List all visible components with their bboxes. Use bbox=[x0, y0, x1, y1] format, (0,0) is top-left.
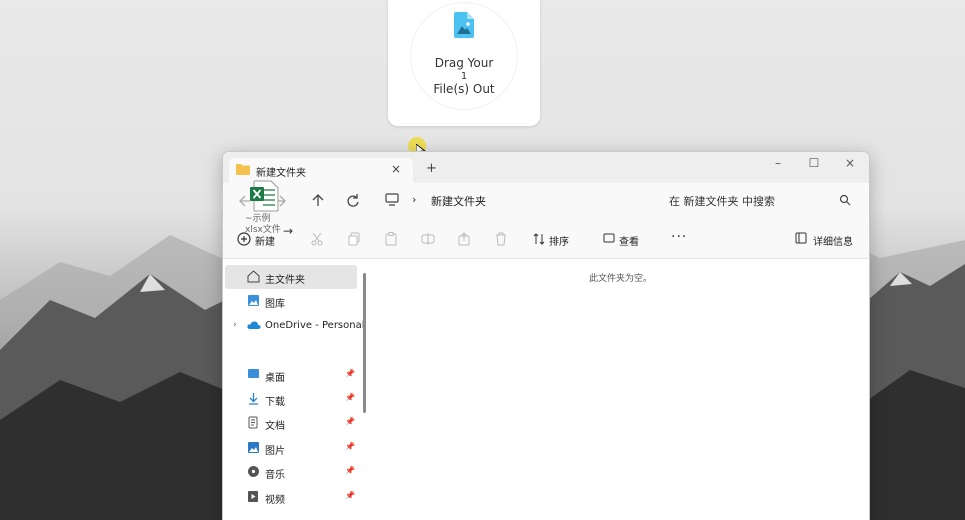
pin-icon[interactable]: 📌 bbox=[345, 369, 355, 378]
minimize-button[interactable]: – bbox=[763, 156, 793, 178]
sidebar-item-label: OneDrive - Personal bbox=[265, 320, 365, 331]
delete-icon[interactable] bbox=[495, 232, 507, 246]
close-button[interactable]: × bbox=[835, 156, 865, 178]
navigation-pane: 主文件夹 图库 › OneDrive - Personal 桌面 📌 下载 📌 … bbox=[223, 259, 369, 520]
video-icon bbox=[248, 491, 258, 502]
view-icon[interactable] bbox=[603, 232, 615, 244]
share-icon[interactable] bbox=[458, 232, 470, 246]
drag-instruction: Drag Your 1 File(s) Out bbox=[388, 56, 540, 97]
sidebar-item-label: 主文件夹 bbox=[265, 275, 305, 286]
new-tab-button[interactable]: + bbox=[426, 161, 437, 176]
sort-icon[interactable] bbox=[533, 232, 545, 246]
sidebar-item-downloads[interactable]: 下载 📌 bbox=[225, 387, 357, 411]
dragged-file-label-line-2: xlsx文件 bbox=[245, 225, 281, 235]
title-bar: 新建文件夹 × + – ☐ × bbox=[223, 152, 869, 183]
copy-icon[interactable] bbox=[348, 232, 360, 246]
folder-icon bbox=[236, 164, 250, 175]
command-bar: 新建 排序 查看 ··· 详细信息 bbox=[223, 219, 869, 259]
pin-icon[interactable]: 📌 bbox=[345, 393, 355, 402]
breadcrumb-current-folder[interactable]: 新建文件夹 bbox=[431, 193, 486, 209]
drag-line-1: Drag Your bbox=[434, 56, 494, 70]
sidebar-item-home[interactable]: 主文件夹 bbox=[225, 265, 357, 289]
search-input[interactable]: 在 新建文件夹 中搜索 bbox=[669, 193, 775, 209]
sort-button[interactable]: 排序 bbox=[549, 233, 569, 248]
sidebar-item-label: 文档 bbox=[265, 421, 285, 432]
paste-icon[interactable] bbox=[385, 232, 397, 246]
drag-file-count: 1 bbox=[460, 71, 468, 82]
file-list-area[interactable]: 此文件夹为空。 bbox=[369, 259, 869, 520]
document-icon bbox=[248, 416, 258, 429]
dragged-file-label-line-1: ~示例 bbox=[245, 214, 271, 224]
excel-file-icon[interactable] bbox=[249, 180, 279, 212]
sidebar-item-music[interactable]: 音乐 📌 bbox=[225, 460, 357, 484]
image-file-icon bbox=[454, 12, 474, 38]
pin-icon[interactable]: 📌 bbox=[345, 466, 355, 475]
drag-line-2: File(s) Out bbox=[433, 82, 495, 96]
more-options-button[interactable]: ··· bbox=[671, 229, 687, 245]
breadcrumb-chevron[interactable]: › bbox=[412, 193, 416, 206]
sidebar-item-onedrive[interactable]: › OneDrive - Personal bbox=[225, 314, 365, 338]
drag-direction-arrow: → bbox=[283, 224, 294, 238]
details-button[interactable]: 详细信息 bbox=[813, 233, 853, 248]
empty-folder-message: 此文件夹为空。 bbox=[589, 274, 653, 284]
this-pc-icon[interactable] bbox=[385, 193, 399, 206]
sidebar-scrollbar[interactable] bbox=[363, 273, 366, 413]
sidebar-item-documents[interactable]: 文档 📌 bbox=[225, 411, 357, 435]
sidebar-item-label: 音乐 bbox=[265, 470, 285, 481]
sidebar-item-label: 图库 bbox=[265, 299, 285, 310]
sidebar-item-videos[interactable]: 视频 📌 bbox=[225, 485, 357, 509]
pin-icon[interactable]: 📌 bbox=[345, 491, 355, 500]
file-explorer-window: 新建文件夹 × + – ☐ × › 新建文件夹 在 新建文件夹 中搜索 新建 排… bbox=[222, 151, 870, 520]
expand-chevron-icon[interactable]: › bbox=[233, 320, 237, 330]
sidebar-item-label: 视频 bbox=[265, 495, 285, 506]
sidebar-item-label: 图片 bbox=[265, 446, 285, 457]
pin-icon[interactable]: 📌 bbox=[345, 442, 355, 451]
sidebar-item-desktop[interactable]: 桌面 📌 bbox=[225, 363, 357, 387]
sidebar-item-label: 下载 bbox=[265, 397, 285, 408]
drag-out-panel[interactable]: Drag Your 1 File(s) Out bbox=[388, 0, 540, 126]
navigation-bar: › 新建文件夹 在 新建文件夹 中搜索 bbox=[223, 183, 869, 219]
details-pane-icon[interactable] bbox=[795, 232, 807, 244]
search-icon[interactable] bbox=[839, 194, 851, 206]
tab-label: 新建文件夹 bbox=[256, 168, 306, 179]
download-icon bbox=[249, 393, 258, 405]
home-icon bbox=[247, 270, 260, 283]
sidebar-item-pictures[interactable]: 图片 📌 bbox=[225, 436, 357, 460]
refresh-icon[interactable] bbox=[342, 191, 364, 211]
cut-icon[interactable] bbox=[311, 232, 323, 246]
desktop-icon bbox=[248, 369, 259, 378]
maximize-button[interactable]: ☐ bbox=[799, 156, 829, 178]
rename-icon[interactable] bbox=[421, 232, 435, 246]
dragged-file-label: ~示例 xlsx文件 bbox=[245, 214, 281, 236]
picture-icon bbox=[248, 442, 259, 453]
sidebar-item-gallery[interactable]: 图库 bbox=[225, 289, 357, 313]
music-icon bbox=[248, 466, 259, 477]
pin-icon[interactable]: 📌 bbox=[345, 417, 355, 426]
gallery-icon bbox=[248, 295, 259, 306]
cloud-icon bbox=[247, 321, 261, 329]
view-button[interactable]: 查看 bbox=[619, 233, 639, 248]
sidebar-item-label: 桌面 bbox=[265, 373, 285, 384]
up-arrow-icon[interactable] bbox=[307, 191, 329, 211]
tab-close-icon[interactable]: × bbox=[391, 162, 401, 176]
